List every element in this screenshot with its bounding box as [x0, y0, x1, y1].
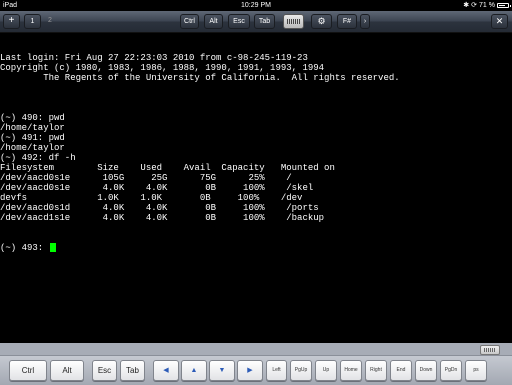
pgdn-key[interactable]: PgDn: [440, 360, 462, 381]
lock-rotation-icon: ⟳: [471, 2, 478, 9]
function-keys-button[interactable]: F#: [337, 14, 357, 29]
terminal-line: /dev/aacd0s1e 105G 25G 75G 25% /: [0, 173, 292, 183]
battery-fill: [499, 5, 505, 6]
terminal-line: The Regents of the University of Califor…: [0, 73, 400, 83]
down-arrow-icon[interactable]: ▼: [209, 360, 235, 381]
terminal-line: Filesystem Size Used Avail Capacity Moun…: [0, 163, 335, 173]
keyboard-keys-glyph: [287, 19, 300, 24]
home-key[interactable]: Home: [340, 360, 362, 381]
alt-key[interactable]: Alt: [50, 360, 84, 381]
terminal-line: /dev/aacd0s1d 4.0K 4.0K 0B 100% /ports: [0, 203, 319, 213]
terminal-line: (~) 490: pwd: [0, 113, 65, 123]
more-arrow-icon[interactable]: ›: [360, 14, 370, 29]
status-indicators: ✱ ⟳ 71 %: [463, 0, 511, 11]
battery-icon: [497, 3, 511, 8]
down-key[interactable]: Down: [415, 360, 437, 381]
esc-key[interactable]: Esc: [92, 360, 117, 381]
end-key[interactable]: End: [390, 360, 412, 381]
right-key[interactable]: Right: [365, 360, 387, 381]
terminal-prompt: (~) 493:: [0, 243, 49, 253]
terminal-line: /home/taylor: [0, 143, 65, 153]
terminal-line: devfs 1.0K 1.0K 0B 100% /dev: [0, 193, 303, 203]
bottom-key-bar: Ctrl Alt Esc Tab ◀ ▲ ▼ ▶ Left PgUp Up Ho…: [0, 343, 512, 385]
status-bar: iPad 10:29 PM ✱ ⟳ 71 %: [0, 0, 512, 11]
terminal-prompt-line: (~) 493:: [0, 243, 512, 253]
terminal-line: /dev/aacd0s1e 4.0K 4.0K 0B 100% /skel: [0, 183, 314, 193]
ctrl-key-button[interactable]: Ctrl: [180, 14, 199, 29]
left-key[interactable]: Left: [266, 360, 287, 381]
bluetooth-icon: ✱: [463, 2, 470, 9]
right-arrow-icon[interactable]: ▶: [237, 360, 263, 381]
terminal-line: /home/taylor: [0, 123, 65, 133]
terminal-line: Last login: Fri Aug 27 22:23:03 2010 fro…: [0, 53, 308, 63]
clock: 10:29 PM: [241, 2, 271, 9]
battery-percent: 71 %: [479, 2, 495, 9]
tab-key-button[interactable]: Tab: [254, 14, 275, 29]
esc-key-button[interactable]: Esc: [228, 14, 250, 29]
keyboard-icon[interactable]: [283, 14, 304, 29]
hide-keyboard-icon[interactable]: [480, 345, 500, 355]
terminal-line: /dev/aacd1s1e 4.0K 4.0K 0B 100% /backup: [0, 213, 325, 223]
left-arrow-icon[interactable]: ◀: [153, 360, 179, 381]
gear-icon[interactable]: ⚙: [311, 14, 332, 29]
new-session-button[interactable]: +: [3, 14, 20, 29]
alt-key-button[interactable]: Alt: [204, 14, 223, 29]
pgup-key[interactable]: PgUp: [290, 360, 312, 381]
tab-key[interactable]: Tab: [120, 360, 145, 381]
text-cursor: [49, 243, 56, 252]
up-arrow-icon[interactable]: ▲: [181, 360, 207, 381]
terminal-screen[interactable]: Last login: Fri Aug 27 22:23:03 2010 fro…: [0, 33, 512, 343]
ps-key[interactable]: ps: [465, 360, 487, 381]
close-session-button[interactable]: ✕: [491, 14, 508, 29]
terminal-line: Copyright (c) 1980, 1983, 1986, 1988, 19…: [0, 63, 325, 73]
session-tab-1[interactable]: 1: [24, 14, 41, 29]
terminal-line: (~) 492: df -h: [0, 153, 76, 163]
session-tab-2[interactable]: 2: [44, 14, 56, 29]
up-key[interactable]: Up: [315, 360, 337, 381]
ctrl-key[interactable]: Ctrl: [9, 360, 47, 381]
top-toolbar: + 1 2 Ctrl Alt Esc Tab ⚙ F# › ✕: [0, 11, 512, 33]
terminal-line: (~) 491: pwd: [0, 133, 65, 143]
terminal-output: Last login: Fri Aug 27 22:23:03 2010 fro…: [0, 53, 512, 223]
